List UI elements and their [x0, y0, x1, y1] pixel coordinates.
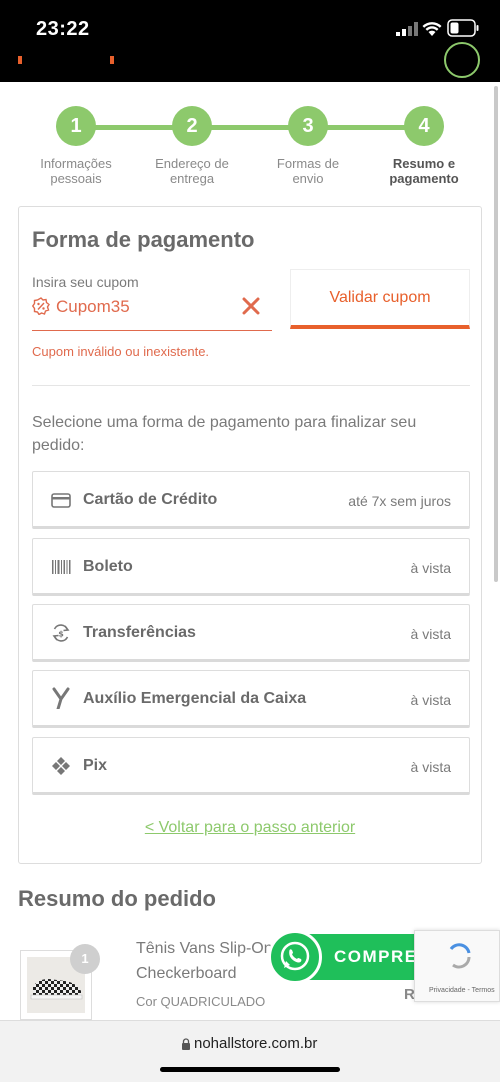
payment-option-caixa[interactable]: Auxílio Emergencial da Caixa à vista — [32, 670, 470, 728]
checkout-steps: 1 Informações pessoais 2 Endereço de entre… — [0, 100, 500, 200]
product-color: Cor QUADRICULADO — [136, 994, 266, 1009]
transfer-icon: $ — [52, 624, 70, 642]
product-name-line: Tênis Vans Slip-On — [136, 940, 273, 957]
order-summary-title: Resumo do pedido — [18, 886, 216, 911]
discount-badge-icon — [32, 297, 50, 315]
payment-title: Forma de pagamento — [32, 227, 255, 252]
step-label: Endereço de entrega — [132, 156, 252, 186]
coupon-label: Insira seu cupom — [32, 274, 139, 290]
recaptcha-badge[interactable]: Privacidade - Termos — [414, 930, 500, 1002]
step-number: 1 — [56, 106, 96, 146]
payment-option-transfer[interactable]: $ Transferências à vista — [32, 604, 470, 662]
select-payment-instruction: Selecione uma forma de pagamento para fi… — [32, 414, 417, 454]
payment-option-name: Cartão de Crédito — [83, 491, 218, 508]
payment-option-name: Boleto — [83, 558, 133, 575]
svg-text:$: $ — [58, 630, 64, 639]
step-personal-info: 1 Informações pessoais — [16, 106, 136, 186]
quantity-badge: 1 — [70, 944, 100, 974]
product-name[interactable]: Tênis Vans Slip-On Checkerboard — [136, 936, 286, 986]
step-summary-payment: 4 Resumo e pagamento — [364, 106, 484, 186]
payment-option-pix[interactable]: Pix à vista — [32, 737, 470, 795]
step-label-line: Endereço de — [155, 156, 229, 171]
caixa-logo-icon — [52, 687, 70, 709]
payment-option-name: Auxílio Emergencial da Caixa — [83, 690, 307, 707]
barcode-icon — [52, 560, 71, 574]
step-label: Formas de envio — [248, 156, 368, 186]
clear-coupon-icon[interactable] — [240, 295, 262, 317]
payment-option-boleto[interactable]: Boleto à vista — [32, 538, 470, 596]
logo-fragment[interactable] — [110, 56, 114, 64]
step-shipping: 3 Formas de envio — [248, 106, 368, 186]
cellular-signal-icon — [396, 22, 418, 36]
status-bar: 23:22 — [0, 0, 500, 56]
step-label: Resumo e pagamento — [364, 156, 484, 186]
step-label-line: Resumo e — [392, 156, 456, 171]
step-label-line: entrega — [169, 171, 215, 186]
home-indicator[interactable] — [160, 1067, 340, 1072]
step-label: Informações pessoais — [16, 156, 136, 186]
site-header — [0, 42, 500, 82]
step-label-line: envio — [292, 171, 324, 186]
payment-option-term: à vista — [410, 560, 451, 576]
recaptcha-icon — [449, 943, 471, 969]
coupon-error-message: Cupom inválido ou inexistente. — [32, 344, 210, 359]
step-label-line: pessoais — [50, 171, 102, 186]
battery-icon — [447, 19, 479, 37]
step-label-line: Formas de — [276, 156, 340, 171]
payment-option-term: à vista — [410, 759, 451, 775]
payment-option-name: Pix — [83, 757, 108, 774]
step-label-line: Informações — [40, 156, 112, 171]
logo-fragment[interactable] — [18, 56, 22, 64]
step-number: 4 — [404, 106, 444, 146]
payment-option-name: Transferências — [83, 624, 196, 641]
wifi-icon — [422, 22, 442, 36]
browser-address-bar[interactable]: nohallstore.com.br — [0, 1020, 500, 1082]
product-name-line: Checkerboard — [136, 965, 237, 982]
url-text[interactable]: nohallstore.com.br — [194, 1035, 317, 1052]
whatsapp-icon — [268, 930, 322, 984]
credit-card-icon — [51, 493, 71, 508]
pix-icon — [52, 757, 70, 775]
payment-option-term: à vista — [410, 626, 451, 642]
back-to-previous-step-link[interactable]: < Voltar para o passo anterior — [19, 819, 481, 837]
step-number: 2 — [172, 106, 212, 146]
coupon-input[interactable] — [56, 293, 236, 321]
lock-icon — [182, 1038, 190, 1050]
recaptcha-text[interactable]: Privacidade - Termos — [429, 987, 495, 994]
payment-option-term: à vista — [410, 692, 451, 708]
payment-card: Forma de pagamento Insira seu cupom Vali… — [18, 206, 482, 864]
step-label-line: pagamento — [389, 171, 459, 186]
step-number: 3 — [288, 106, 328, 146]
step-delivery-address: 2 Endereço de entrega — [132, 106, 252, 186]
payment-option-term: até 7x sem juros — [348, 493, 451, 509]
payment-option-credit-card[interactable]: Cartão de Crédito até 7x sem juros — [32, 471, 470, 529]
divider — [32, 385, 470, 386]
header-icon-button[interactable] — [444, 42, 480, 78]
status-time: 23:22 — [36, 18, 90, 40]
validate-coupon-button[interactable]: Validar cupom — [290, 269, 470, 329]
coupon-field — [32, 291, 272, 331]
whatsapp-glyph — [280, 941, 310, 971]
